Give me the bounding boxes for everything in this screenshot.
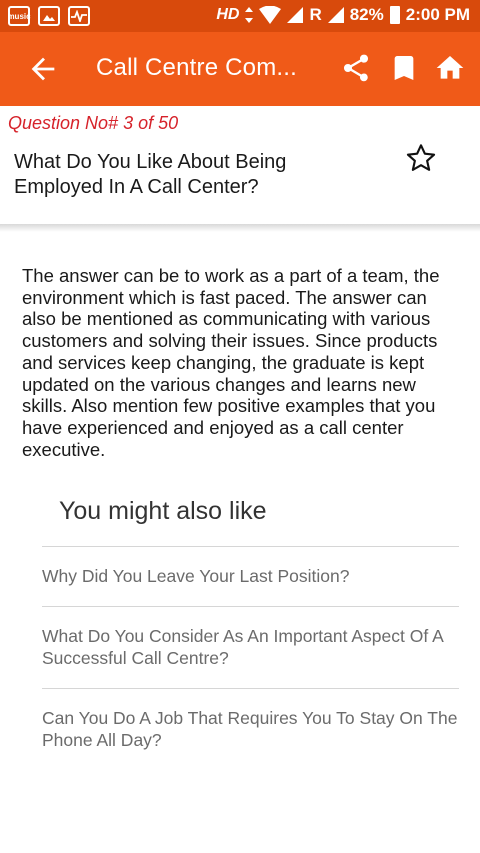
back-arrow-icon[interactable] [26,52,60,86]
clock: 2:00 PM [405,5,470,24]
question-title: What Do You Like About Being Employed In… [14,151,287,198]
battery-icon [389,6,400,24]
share-icon[interactable] [340,52,372,84]
question-number: Question No# 3 of 50 [8,113,179,133]
app-bar: Call Centre Com... [0,32,480,106]
related-item-label: Why Did You Leave Your Last Position? [42,566,350,586]
activity-icon [68,6,90,26]
data-arrows-icon [245,7,254,23]
system-status: HD R 82% 2:00 PM [216,5,470,25]
related-item[interactable]: What Do You Consider As An Important Asp… [42,606,459,688]
home-icon[interactable] [434,52,466,84]
notification-icons: music [7,6,90,26]
wifi-icon [259,6,282,24]
signal-icon [287,7,304,23]
roaming-indicator: R [309,5,322,24]
related-item-label: What Do You Consider As An Important Asp… [42,626,443,668]
music-icon: music [7,6,31,26]
status-bar: music HD R 82% 2:00 PM [0,0,480,32]
battery-percent: 82% [349,5,384,24]
related-item-label: Can You Do A Job That Requires You To St… [42,708,458,750]
answer-text: The answer can be to work as a part of a… [22,265,440,460]
signal-icon-2 [327,7,344,23]
header-divider [0,224,480,232]
related-heading: You might also like [59,497,267,525]
music-icon-label: music [7,11,31,21]
bookmark-icon[interactable] [388,52,420,84]
image-icon [38,6,60,26]
related-list: Why Did You Leave Your Last Position? Wh… [42,546,459,770]
page-title: Call Centre Com... [96,54,297,81]
related-item[interactable]: Can You Do A Job That Requires You To St… [42,688,459,770]
related-item[interactable]: Why Did You Leave Your Last Position? [42,546,459,606]
star-icon[interactable] [405,142,437,174]
hd-indicator: HD [216,6,240,23]
